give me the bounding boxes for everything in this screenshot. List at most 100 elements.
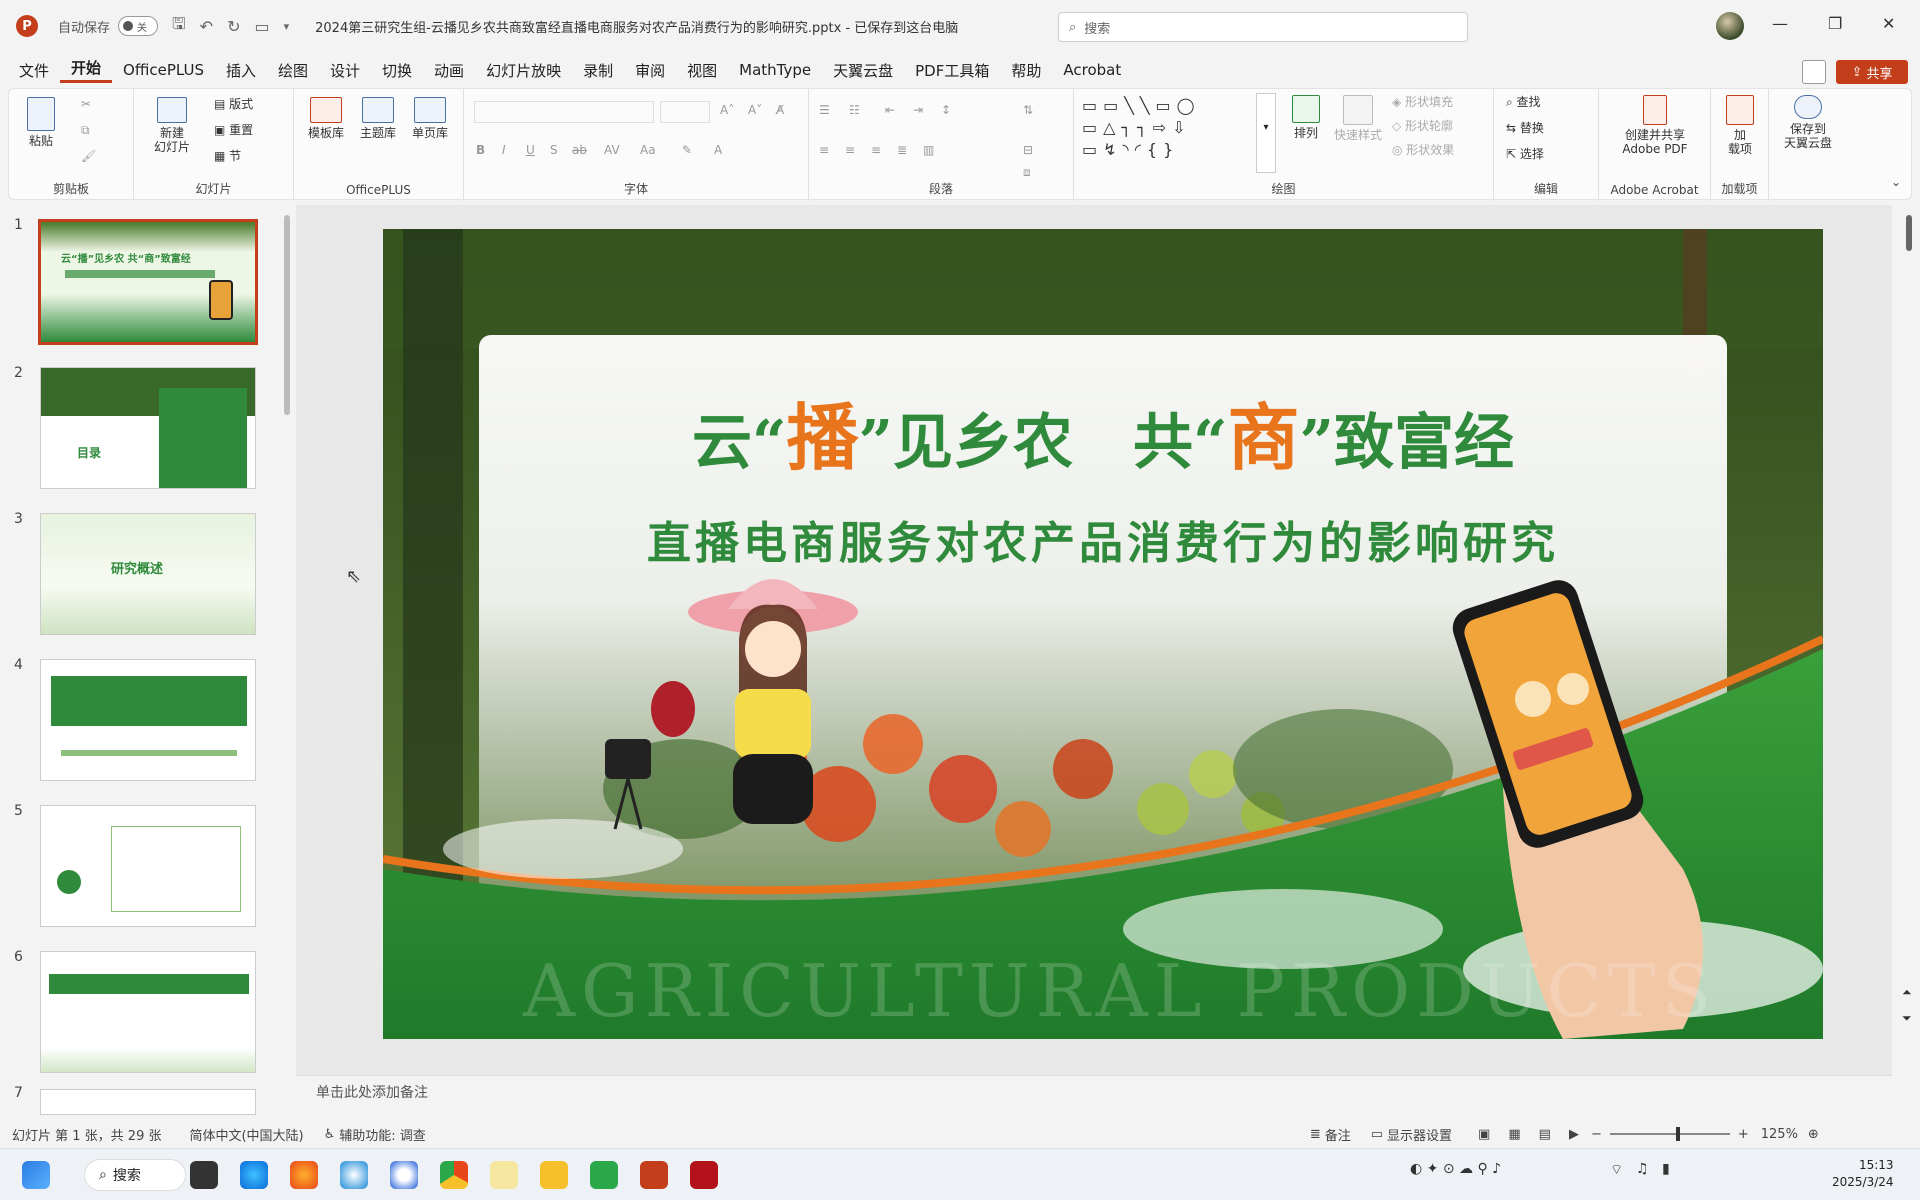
thumbnail-scrollbar[interactable] xyxy=(284,215,290,415)
zoom-level[interactable]: 125% xyxy=(1761,1127,1798,1142)
highlight-icon[interactable]: ✎ xyxy=(682,143,692,157)
reset-button[interactable]: ▣ 重置 xyxy=(214,123,253,137)
customize-qa-icon[interactable]: ▾ xyxy=(284,20,290,33)
slide-thumbnail-4[interactable] xyxy=(40,659,256,781)
shape-outline-button[interactable]: ◇ 形状轮廓 xyxy=(1392,119,1453,133)
layout-button[interactable]: ▤ 版式 xyxy=(214,97,253,111)
new-slide-button[interactable]: 新建 幻灯片 xyxy=(144,97,200,154)
volume-icon[interactable]: ♫ xyxy=(1636,1161,1649,1177)
menu-animations[interactable]: 动画 xyxy=(423,60,475,81)
shape-effects-button[interactable]: ◎ 形状效果 xyxy=(1392,143,1454,157)
menu-file[interactable]: 文件 xyxy=(8,60,60,81)
theme-lib-button[interactable]: 主题库 xyxy=(354,97,402,140)
sorter-view-icon[interactable]: ▦ xyxy=(1508,1127,1520,1142)
select-button[interactable]: ⇱ 选择 xyxy=(1506,147,1544,161)
shadow-icon[interactable]: S xyxy=(550,143,558,157)
prev-slide-icon[interactable]: ⏶ xyxy=(1902,985,1912,1000)
accessibility-status[interactable]: 辅助功能: 调查 xyxy=(339,1125,426,1144)
redo-icon[interactable]: ↻ xyxy=(227,17,240,36)
acrobat-taskbar-icon[interactable] xyxy=(690,1161,718,1189)
underline-icon[interactable]: U xyxy=(526,143,535,157)
menu-review[interactable]: 审阅 xyxy=(624,60,676,81)
edge-browser-icon[interactable] xyxy=(240,1161,268,1189)
single-page-lib-button[interactable]: 单页库 xyxy=(406,97,454,140)
shapes-scroll[interactable]: ▾ xyxy=(1256,93,1276,173)
arrange-button[interactable]: 排列 xyxy=(1284,95,1328,140)
slide-1[interactable]: 云“播”见乡农 共“商”致富经 直播电商服务对农产品消费行为的影响研究 AGRIC… xyxy=(383,229,1823,1039)
present-icon[interactable]: ▭ xyxy=(254,17,269,36)
tray-icons[interactable]: ◐ ✦ ⊙ ☁ ⚲ ♪ xyxy=(1410,1161,1501,1177)
char-spacing-icon[interactable]: AV xyxy=(604,143,620,157)
next-slide-icon[interactable]: ⏷ xyxy=(1902,1011,1912,1026)
slide-subtitle[interactable]: 直播电商服务对农产品消费行为的影响研究 xyxy=(383,507,1823,571)
app-icon-sun[interactable] xyxy=(490,1161,518,1189)
replace-button[interactable]: ⇆ 替换 xyxy=(1506,121,1544,135)
save-icon[interactable]: 🖫 xyxy=(172,13,186,40)
wifi-icon[interactable]: ⌔ xyxy=(1610,1161,1623,1179)
numbering-icon[interactable]: ☷ xyxy=(849,103,860,117)
menu-acrobat[interactable]: Acrobat xyxy=(1052,61,1132,79)
justify-icon[interactable]: ≣ xyxy=(897,143,907,157)
clear-format-icon[interactable]: A̸ xyxy=(776,103,784,117)
addins-button[interactable]: 加 载项 xyxy=(1719,95,1761,156)
create-pdf-button[interactable]: 创建并共享 Adobe PDF xyxy=(1605,95,1705,156)
reading-view-icon[interactable]: ▤ xyxy=(1539,1127,1551,1142)
battery-icon[interactable]: ▮ xyxy=(1662,1161,1670,1177)
menu-design[interactable]: 设计 xyxy=(319,60,371,81)
app-icon-blue[interactable] xyxy=(340,1161,368,1189)
menu-slideshow[interactable]: 幻灯片放映 xyxy=(475,60,572,81)
notes-toggle[interactable]: 备注 xyxy=(1325,1125,1351,1144)
zoom-slider-thumb[interactable] xyxy=(1675,1127,1680,1141)
powerpoint-taskbar-icon[interactable] xyxy=(640,1161,668,1189)
italic-icon[interactable]: I xyxy=(502,143,506,157)
save-cloud-button[interactable]: 保存到 天翼云盘 xyxy=(1775,95,1841,150)
copy-icon[interactable]: ⧉ xyxy=(81,123,90,138)
chrome-icon[interactable] xyxy=(440,1161,468,1189)
shrink-font-icon[interactable]: A˅ xyxy=(748,103,762,117)
align-text-icon[interactable]: ⊟ xyxy=(1023,143,1033,157)
slide-thumbnail-6[interactable] xyxy=(40,951,256,1073)
taskbar-search[interactable]: ⌕ 搜索 xyxy=(84,1159,186,1191)
menu-insert[interactable]: 插入 xyxy=(215,60,267,81)
menu-record[interactable]: 录制 xyxy=(572,60,624,81)
slide-scrollbar[interactable]: ⏶ ⏷ xyxy=(1898,205,1920,1075)
windows-start-icon[interactable] xyxy=(22,1161,50,1189)
wechat-icon[interactable] xyxy=(590,1161,618,1189)
font-size-select[interactable] xyxy=(660,101,710,123)
task-view-icon[interactable] xyxy=(190,1161,218,1189)
text-direction-icon[interactable]: ⇅ xyxy=(1023,103,1033,117)
menu-transitions[interactable]: 切换 xyxy=(371,60,423,81)
bold-icon[interactable]: B xyxy=(476,143,485,157)
slide-thumbnail-2[interactable]: 目录 xyxy=(40,367,256,489)
menu-home[interactable]: 开始 xyxy=(60,57,113,83)
slide-thumbnail-5[interactable] xyxy=(40,805,256,927)
menu-view[interactable]: 视图 xyxy=(676,60,728,81)
file-explorer-icon[interactable] xyxy=(540,1161,568,1189)
strikethrough-icon[interactable]: ab xyxy=(572,143,587,157)
slide-thumbnail-3[interactable]: 研究概述 xyxy=(40,513,256,635)
menu-pdf-tools[interactable]: PDF工具箱 xyxy=(904,60,1000,81)
quick-styles-button[interactable]: 快速样式 xyxy=(1332,95,1384,142)
share-button[interactable]: ⇪ 共享 xyxy=(1836,60,1908,84)
slide-thumbnail-7[interactable] xyxy=(40,1089,256,1115)
fit-slide-icon[interactable]: ⊕ xyxy=(1808,1127,1819,1142)
user-avatar[interactable] xyxy=(1716,12,1744,40)
bullets-icon[interactable]: ☰ xyxy=(819,103,830,117)
maximize-icon[interactable]: ❐ xyxy=(1828,14,1842,33)
slide-count[interactable]: 幻灯片 第 1 张，共 29 张 xyxy=(12,1125,161,1144)
comments-icon[interactable] xyxy=(1802,60,1826,84)
menu-cloud[interactable]: 天翼云盘 xyxy=(822,60,904,81)
grow-font-icon[interactable]: A˄ xyxy=(720,103,734,117)
section-button[interactable]: ▦ 节 xyxy=(214,149,241,163)
zoom-slider[interactable] xyxy=(1609,1127,1730,1141)
minimize-icon[interactable]: — xyxy=(1772,14,1788,33)
align-right-icon[interactable]: ≡ xyxy=(871,143,881,157)
menu-draw[interactable]: 绘图 xyxy=(267,60,319,81)
menu-mathtype[interactable]: MathType xyxy=(728,61,822,79)
shapes-gallery[interactable]: ▭▭╲╲▭◯ ▭△┐┐⇨⇩ ▭↯◝◜{} xyxy=(1082,95,1252,165)
language-status[interactable]: 简体中文(中国大陆) xyxy=(189,1125,303,1144)
zoom-in-icon[interactable]: + xyxy=(1738,1127,1749,1142)
undo-icon[interactable]: ↶ xyxy=(200,17,213,36)
font-name-select[interactable] xyxy=(474,101,654,123)
slide-scroll-thumb[interactable] xyxy=(1906,215,1912,251)
